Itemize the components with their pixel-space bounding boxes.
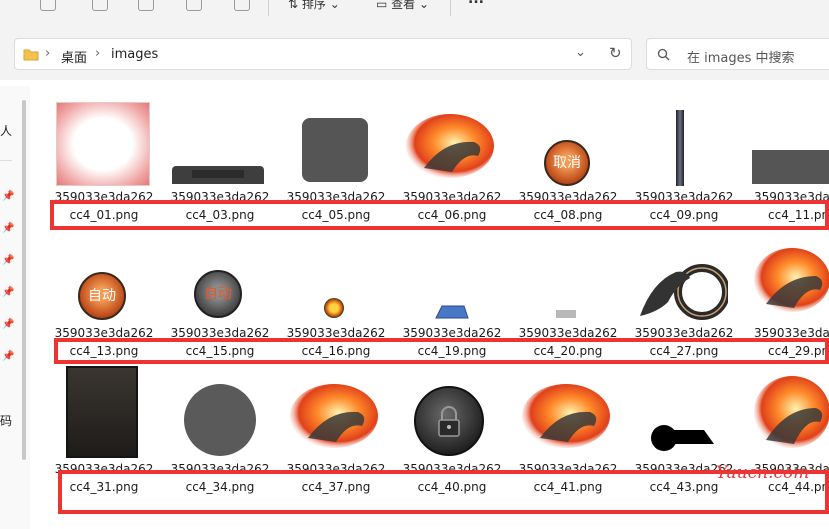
more-options-button[interactable]: ... (468, 0, 484, 7)
thumbnail-auto-orb-button-dark: 自动 (194, 270, 242, 318)
file-item[interactable] (302, 118, 368, 184)
nav-item-label[interactable]: 人 (0, 122, 12, 139)
view-button[interactable]: ▭ 查看 ⌄ (376, 0, 429, 12)
toolbar-divider (450, 0, 451, 16)
thumbnail-pink-glow-square (56, 102, 150, 186)
pin-icon[interactable]: 📌 (2, 192, 14, 202)
delete-icon[interactable] (234, 0, 250, 11)
thumbnail-fire-dragon (522, 384, 610, 448)
chevron-right-icon: › (45, 46, 51, 61)
thumbnail-blue-trapezoid (435, 305, 469, 319)
chevron-down-icon: ⌄ (325, 0, 340, 11)
highlight-box (50, 200, 829, 230)
nav-item-label[interactable]: 码 (0, 412, 12, 429)
pin-icon[interactable]: 📌 (2, 224, 14, 234)
address-bar[interactable]: › 桌面 › images ⌄ ↻ (14, 38, 632, 70)
thumbnail-fire-dragon (406, 114, 494, 178)
folder-icon (23, 49, 39, 61)
file-item[interactable] (636, 262, 730, 322)
search-box[interactable]: 在 images 中搜索 (646, 38, 829, 70)
chevron-down-icon[interactable]: ⌄ (575, 45, 586, 60)
file-item[interactable] (404, 112, 496, 184)
file-item[interactable] (556, 310, 576, 320)
file-item[interactable] (172, 160, 264, 184)
command-bar: ⇅ 排序 ⌄ ▭ 查看 ⌄ ... (0, 0, 829, 30)
toolbar-divider (268, 0, 269, 16)
file-item[interactable]: 取消 (544, 140, 590, 186)
thumbnail-fire-dragon (290, 384, 378, 448)
thumbnail-auto-orb-button: 自动 (78, 272, 126, 320)
file-item[interactable] (676, 110, 686, 186)
thumbnail-dragon-ring (640, 264, 730, 320)
sort-button[interactable]: ⇅ 排序 ⌄ (288, 0, 340, 12)
thumbnail-gray-bar (752, 150, 829, 184)
view-label: 查看 (391, 0, 416, 11)
sort-label: 排序 (301, 0, 326, 11)
copy-icon[interactable] (40, 0, 56, 11)
thumbnail-cancel-orb-button: 取消 (544, 140, 590, 186)
thumbnail-small-sun (324, 298, 344, 318)
file-item[interactable] (412, 384, 486, 458)
view-icon: ▭ (376, 0, 392, 11)
pin-icon[interactable]: 📌 (2, 352, 14, 362)
chevron-down-icon: ⌄ (415, 0, 430, 11)
highlight-box (58, 470, 829, 514)
file-item[interactable]: 自动 (194, 270, 242, 320)
file-item[interactable] (288, 382, 380, 454)
pin-icon[interactable]: 📌 (2, 320, 14, 330)
file-item[interactable] (648, 424, 716, 454)
search-icon (657, 48, 670, 61)
file-item[interactable] (520, 382, 612, 454)
thumbnail-fire-dragon (754, 376, 829, 448)
sort-icon: ⇅ (288, 0, 302, 11)
thumbnail-gray-rounded-square (302, 118, 368, 182)
nav-divider (0, 160, 12, 161)
nav-scrollbar[interactable] (22, 100, 26, 460)
highlight-box (54, 338, 829, 364)
breadcrumb-desktop[interactable]: 桌面 (61, 47, 87, 66)
file-item[interactable]: 自动 (78, 272, 126, 320)
paste-icon[interactable] (92, 0, 108, 11)
file-item[interactable] (752, 374, 829, 456)
chevron-right-icon: › (95, 46, 101, 61)
share-icon[interactable] (186, 0, 202, 11)
thumbnail-lock-coin (414, 386, 484, 456)
thumbnail-fire-dragon (754, 248, 829, 312)
thumbnail-vertical-bar (676, 110, 684, 186)
pin-icon[interactable]: 📌 (2, 288, 14, 298)
bar-inset (192, 170, 244, 178)
file-item[interactable] (56, 102, 150, 186)
thumbnail-gray-circle (184, 384, 256, 456)
file-item[interactable] (752, 246, 829, 318)
thumbnail-dark-panel (66, 366, 138, 458)
breadcrumb-images[interactable]: images (111, 47, 158, 62)
file-item[interactable] (180, 382, 258, 460)
watermark-text: Yuucn.com (716, 463, 810, 483)
search-input[interactable]: 在 images 中搜索 (687, 47, 795, 66)
file-item[interactable] (66, 366, 138, 458)
file-item[interactable] (752, 150, 829, 184)
thumbnail-black-key-shape (651, 425, 714, 451)
file-item[interactable] (434, 304, 470, 320)
refresh-icon[interactable]: ↻ (609, 44, 622, 62)
pin-icon[interactable]: 📌 (2, 256, 14, 266)
rename-icon[interactable] (138, 0, 154, 11)
file-item[interactable] (324, 298, 346, 320)
thumbnail-small-gray-rect (556, 310, 576, 318)
